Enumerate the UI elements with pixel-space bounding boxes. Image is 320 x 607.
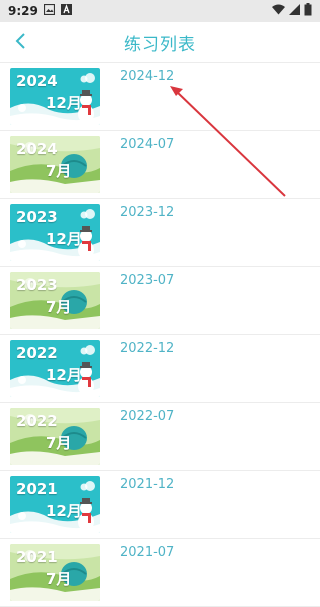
list-item[interactable]: 2023 12月 2023-12 [0,199,320,267]
item-label: 2021-07 [120,545,175,560]
thumbnail-month: 12月 [46,366,82,384]
item-label: 2023-12 [120,205,175,220]
thumbnail-year: 2023 [16,276,58,294]
thumbnail-month: 12月 [46,94,82,112]
wifi-icon [272,4,285,18]
item-label: 2023-07 [120,273,175,288]
list-item[interactable]: 2021 12月 2021-12 [0,471,320,539]
practice-thumbnail: 2024 7月 [10,136,100,193]
thumbnail-year: 2023 [16,208,58,226]
item-label: 2024-12 [120,69,175,84]
thumbnail-year: 2021 [16,480,58,498]
back-button[interactable] [10,30,32,52]
item-label: 2021-12 [120,477,175,492]
item-label: 2024-07 [120,137,175,152]
font-notification-icon [60,4,72,18]
practice-thumbnail: 2022 7月 [10,408,100,465]
image-notification-icon [43,3,55,18]
list-item[interactable]: 2022 7月 2022-07 [0,403,320,471]
list-item[interactable]: 2022 12月 2022-12 [0,335,320,403]
thumbnail-year: 2024 [16,72,58,90]
thumbnail-month: 12月 [46,502,82,520]
thumbnail-year: 2024 [16,140,58,158]
list-item[interactable]: 2024 7月 2024-07 [0,131,320,199]
status-bar: 9:29 [0,0,320,22]
practice-thumbnail: 2021 12月 [10,476,100,533]
practice-thumbnail: 2022 12月 [10,340,100,397]
thumbnail-year: 2021 [16,548,58,566]
thumbnail-month: 12月 [46,230,82,248]
header: 练习列表 [0,22,320,63]
battery-icon [304,3,312,19]
thumbnail-month: 7月 [46,434,72,452]
thumbnail-month: 7月 [46,570,72,588]
status-time: 9:29 [8,4,38,18]
thumbnail-month: 7月 [46,162,72,180]
list-item[interactable]: 2021 7月 2021-07 [0,539,320,607]
practice-thumbnail: 2023 12月 [10,204,100,261]
list-item[interactable]: 2023 7月 2023-07 [0,267,320,335]
signal-icon [289,4,300,18]
item-label: 2022-07 [120,409,175,424]
thumbnail-year: 2022 [16,344,58,362]
practice-thumbnail: 2021 7月 [10,544,100,601]
item-label: 2022-12 [120,341,175,356]
page-title: 练习列表 [124,34,196,55]
thumbnail-year: 2022 [16,412,58,430]
chevron-left-icon [15,33,25,49]
practice-thumbnail: 2023 7月 [10,272,100,329]
practice-list: 2024 12月 2024-12 2024 7月 2024-07 2023 12月 2023-1… [0,63,320,607]
practice-thumbnail: 2024 12月 [10,68,100,125]
list-item[interactable]: 2024 12月 2024-12 [0,63,320,131]
thumbnail-month: 7月 [46,298,72,316]
